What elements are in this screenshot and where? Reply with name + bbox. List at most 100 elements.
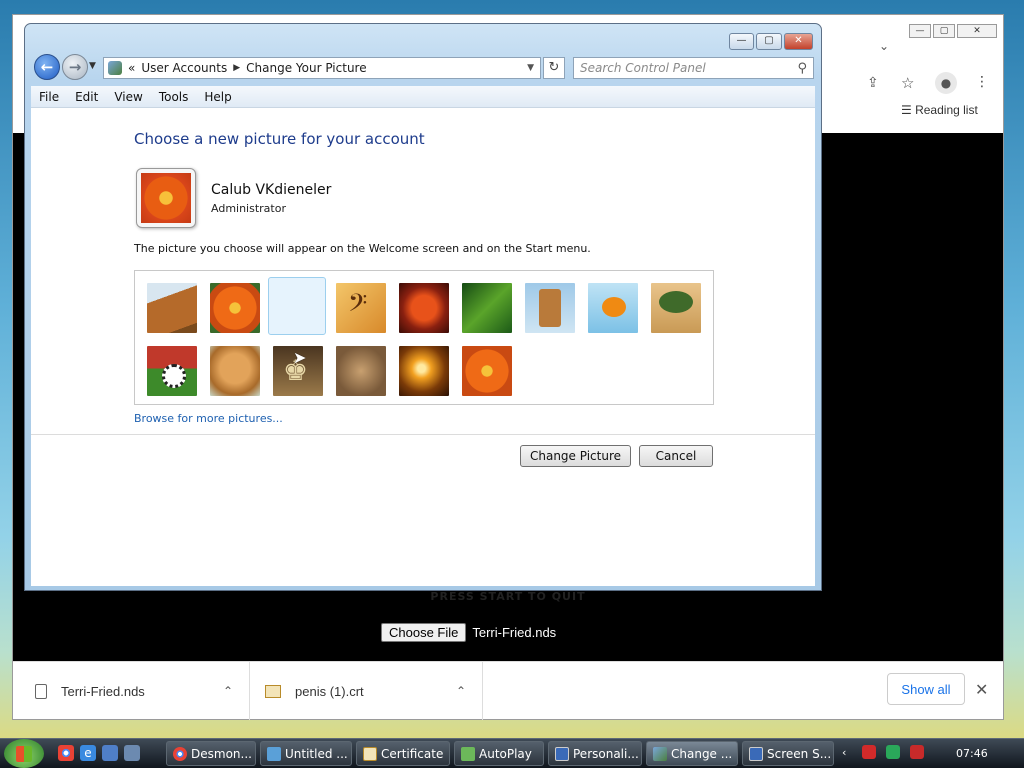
picture-kitten[interactable] xyxy=(336,346,386,396)
browser-close-button[interactable]: ✕ xyxy=(957,24,997,38)
autoplay-icon xyxy=(461,746,475,761)
file-chooser: Choose File Terri-Fried.nds xyxy=(381,623,556,642)
chevron-up-icon[interactable]: ⌃ xyxy=(223,684,233,698)
bass-clef-icon: 𝄢 xyxy=(348,289,368,324)
user-role: Administrator xyxy=(211,202,286,215)
menu-edit[interactable]: Edit xyxy=(67,90,106,104)
show-desktop-icon[interactable] xyxy=(102,745,118,761)
breadcrumb-arrow-icon[interactable]: ▶ xyxy=(233,63,240,73)
forward-arrow-icon: → xyxy=(68,58,82,76)
display-icon xyxy=(555,746,569,761)
picture-orange-flower-2[interactable] xyxy=(462,346,512,396)
browser-maximize-button[interactable]: ▢ xyxy=(933,24,955,38)
show-all-button[interactable]: Show all xyxy=(887,673,965,705)
certificate-icon xyxy=(363,746,377,761)
back-button[interactable]: ← xyxy=(34,54,60,80)
recent-pages-chevron-icon[interactable]: ▼ xyxy=(89,61,96,71)
breadcrumb-change-picture[interactable]: Change Your Picture xyxy=(246,61,366,75)
paint-icon xyxy=(267,746,281,761)
search-placeholder: Search Control Panel xyxy=(580,61,706,75)
tab-list-chevron-icon[interactable]: ⌄ xyxy=(879,39,889,53)
orange-flower-icon xyxy=(141,173,191,223)
user-name: Calub VKdieneler xyxy=(211,182,332,198)
show-hidden-icons-chevron-icon[interactable]: ‹ xyxy=(842,746,846,759)
chrome-quicklaunch-icon[interactable] xyxy=(58,745,74,761)
close-button[interactable]: ✕ xyxy=(784,33,813,50)
chrome-icon xyxy=(173,746,187,761)
maximize-button[interactable]: ▢ xyxy=(756,33,782,50)
picture-dog[interactable] xyxy=(210,346,260,396)
picture-luggage[interactable] xyxy=(147,283,197,333)
menu-view[interactable]: View xyxy=(106,90,150,104)
reading-list-button[interactable]: ☰ Reading list xyxy=(901,103,978,117)
certificate-icon xyxy=(265,684,281,698)
refresh-button[interactable]: ↻ xyxy=(543,57,565,79)
picture-orange-flower[interactable] xyxy=(210,283,260,333)
picture-sparkles[interactable] xyxy=(399,346,449,396)
mouse-cursor-icon: ➤ xyxy=(293,348,307,367)
minimize-button[interactable]: — xyxy=(729,33,754,50)
address-bar[interactable]: « User Accounts ▶ Change Your Picture ▼ xyxy=(103,57,541,79)
menu-file[interactable]: File xyxy=(31,90,67,104)
picture-robot[interactable] xyxy=(525,283,575,333)
goldfish-icon xyxy=(602,297,626,317)
divider xyxy=(31,434,815,435)
picture-soccer-ball[interactable] xyxy=(147,346,197,396)
chevron-up-icon[interactable]: ⌃ xyxy=(456,684,466,698)
choose-file-button[interactable]: Choose File xyxy=(381,623,467,642)
picture-starfish[interactable] xyxy=(399,283,449,333)
cancel-button[interactable]: Cancel xyxy=(639,445,713,467)
close-download-bar-icon[interactable]: ✕ xyxy=(975,680,988,700)
menu-bar: File Edit View Tools Help xyxy=(31,86,815,108)
start-button[interactable] xyxy=(4,739,44,768)
breadcrumb-overflow[interactable]: « xyxy=(128,61,135,75)
robot-icon xyxy=(539,289,561,327)
menu-help[interactable]: Help xyxy=(196,90,239,104)
chosen-file-name: Terri-Fried.nds xyxy=(472,625,557,640)
picture-bass-clef[interactable]: 𝄢 xyxy=(336,283,386,333)
breadcrumb-user-accounts[interactable]: User Accounts xyxy=(141,61,227,75)
network-icon[interactable] xyxy=(886,745,900,759)
current-user-picture xyxy=(136,168,196,228)
taskbar-item-certificate[interactable]: Certificate xyxy=(356,741,450,766)
soccer-ball-icon xyxy=(162,364,186,388)
bonsai-icon xyxy=(659,291,693,313)
bookmark-star-icon[interactable]: ☆ xyxy=(901,74,914,92)
content-pane: Choose a new picture for your account Ca… xyxy=(31,108,815,586)
clock[interactable]: 07:46 xyxy=(956,747,988,760)
browser-menu-icon[interactable]: ⋮ xyxy=(975,74,989,90)
forward-button[interactable]: → xyxy=(62,54,88,80)
search-input[interactable]: Search Control Panel ⚲ xyxy=(573,57,814,79)
browse-more-pictures-link[interactable]: Browse for more pictures... xyxy=(134,412,283,425)
volume-icon[interactable] xyxy=(910,745,924,759)
taskbar-item-personalization[interactable]: Personali... xyxy=(548,741,642,766)
menu-tools[interactable]: Tools xyxy=(151,90,197,104)
profile-icon[interactable]: ● xyxy=(935,72,957,94)
taskbar-item-chrome[interactable]: Desmon... xyxy=(166,741,256,766)
picture-description: The picture you choose will appear on th… xyxy=(134,242,591,255)
press-start-text: PRESS START TO QUIT xyxy=(430,590,586,603)
picture-leaf[interactable] xyxy=(462,283,512,333)
address-dropdown-icon[interactable]: ▼ xyxy=(527,63,534,73)
share-icon[interactable]: ⇪ xyxy=(867,75,879,91)
taskbar-item-change-picture[interactable]: Change ... xyxy=(646,741,738,766)
back-arrow-icon: ← xyxy=(40,58,54,76)
tray-warning-icon[interactable] xyxy=(862,745,876,759)
internet-explorer-icon[interactable]: e xyxy=(80,745,96,761)
download-item[interactable]: penis (1).crt ⌃ xyxy=(251,662,483,720)
picture-blank[interactable] xyxy=(268,277,326,335)
user-accounts-icon xyxy=(108,61,122,75)
taskbar-item-autoplay[interactable]: AutoPlay xyxy=(454,741,544,766)
taskbar-item-paint[interactable]: Untitled ... xyxy=(260,741,352,766)
browser-minimize-button[interactable]: — xyxy=(909,24,931,38)
page-title: Choose a new picture for your account xyxy=(134,130,425,148)
picture-gallery: 𝄢 ♚ xyxy=(134,270,714,405)
picture-goldfish[interactable] xyxy=(588,283,638,333)
taskbar-item-screen-saver[interactable]: Screen S... xyxy=(742,741,834,766)
change-picture-button[interactable]: Change Picture xyxy=(520,445,631,467)
switch-windows-icon[interactable] xyxy=(124,745,140,761)
refresh-icon: ↻ xyxy=(548,60,560,75)
search-icon[interactable]: ⚲ xyxy=(797,61,807,76)
picture-bonsai[interactable] xyxy=(651,283,701,333)
download-item[interactable]: Terri-Fried.nds ⌃ xyxy=(13,662,250,720)
